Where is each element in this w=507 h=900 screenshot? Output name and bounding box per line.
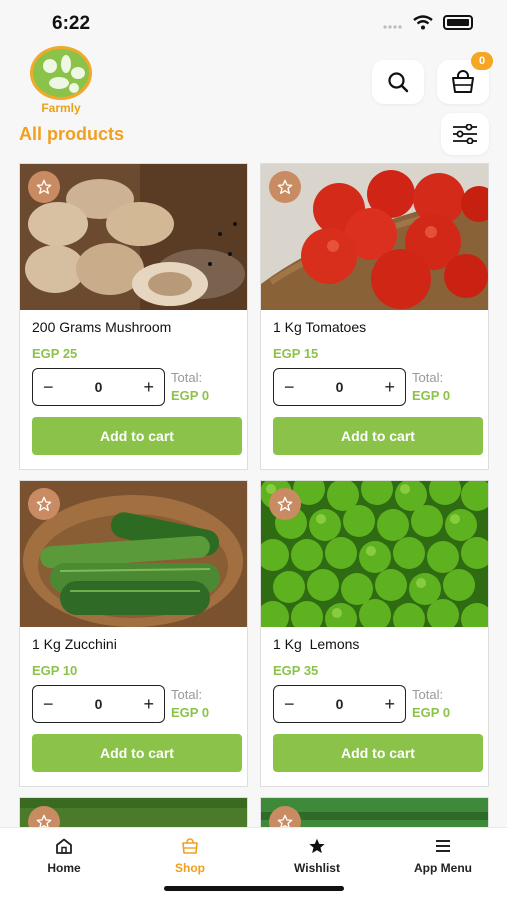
total-value: EGP 0 [412, 388, 451, 403]
product-name: 200 Grams Mushroom [32, 319, 172, 335]
decrement-button[interactable]: − [284, 694, 295, 715]
nav-wishlist[interactable]: Wishlist [267, 838, 367, 875]
section-title: All products [19, 124, 125, 144]
add-to-cart-button[interactable]: Add to cart [273, 734, 483, 772]
quantity-stepper: − 0 + [273, 685, 406, 723]
product-card[interactable]: 1 Kg Tomatoes EGP 15 − 0 + Total: EGP 0 … [260, 163, 489, 470]
total-label: Total: [412, 370, 444, 385]
total-value: EGP 0 [171, 388, 210, 403]
wifi-icon [413, 15, 433, 30]
cart-count-badge: 0 [471, 52, 493, 70]
total-value: EGP 0 [171, 705, 210, 720]
add-to-cart-button[interactable]: Add to cart [32, 734, 242, 772]
nav-label: App Menu [414, 861, 472, 875]
nav-label: Shop [175, 861, 205, 875]
quantity-stepper: − 0 + [273, 368, 406, 406]
quantity-value: 0 [94, 696, 103, 712]
menu-icon [436, 840, 450, 852]
star-outline-icon [36, 179, 52, 194]
logo-mark [30, 46, 92, 100]
home-icon [56, 838, 72, 854]
increment-button[interactable]: + [384, 377, 395, 398]
add-to-cart-button[interactable]: Add to cart [273, 417, 483, 455]
quantity-value: 0 [94, 379, 103, 395]
product-card-partial[interactable] [260, 797, 489, 829]
product-name: 1 Kg Lemons [273, 636, 360, 652]
quantity-value: 0 [335, 379, 344, 395]
decrement-button[interactable]: − [284, 377, 295, 398]
cart-button[interactable]: 0 [437, 52, 493, 104]
logo-text: Farmly [41, 101, 81, 115]
increment-button[interactable]: + [384, 694, 395, 715]
product-card[interactable]: 200 Grams Mushroom EGP 25 − 0 + Total: E… [19, 163, 248, 470]
nav-label: Wishlist [294, 861, 340, 875]
nav-app-menu[interactable]: App Menu [393, 838, 493, 875]
favorite-button[interactable] [269, 171, 301, 203]
battery-icon [443, 15, 473, 30]
product-price: EGP 10 [32, 663, 78, 678]
quantity-value: 0 [335, 696, 344, 712]
total-label: Total: [171, 687, 203, 702]
total-label: Total: [171, 370, 203, 385]
product-name: 1 Kg Tomatoes [273, 319, 367, 335]
star-outline-icon [36, 496, 52, 511]
quantity-stepper: − 0 + [32, 685, 165, 723]
favorite-button[interactable] [28, 488, 60, 520]
favorite-button[interactable] [269, 488, 301, 520]
product-card[interactable]: 1 Kg Zucchini EGP 10 − 0 + Total: EGP 0 … [19, 480, 248, 787]
status-time: 6:22 [52, 13, 91, 34]
sliders-icon [453, 124, 477, 144]
product-price: EGP 25 [32, 346, 78, 361]
search-button[interactable] [372, 60, 424, 104]
nav-home[interactable]: Home [14, 838, 114, 875]
decrement-button[interactable]: − [43, 377, 54, 398]
product-card-partial[interactable] [19, 797, 248, 829]
status-bar: 6:22 [0, 0, 507, 46]
add-to-cart-button[interactable]: Add to cart [32, 417, 242, 455]
product-name: 1 Kg Zucchini [32, 636, 117, 652]
logo: Farmly [28, 46, 94, 115]
increment-button[interactable]: + [143, 694, 154, 715]
total-label: Total: [412, 687, 444, 702]
favorite-button[interactable] [28, 171, 60, 203]
product-card[interactable]: 1 Kg Lemons EGP 35 − 0 + Total: EGP 0 Ad… [260, 480, 489, 787]
shopping-bag-icon [452, 70, 474, 93]
quantity-stepper: − 0 + [32, 368, 165, 406]
increment-button[interactable]: + [143, 377, 154, 398]
product-price: EGP 35 [273, 663, 319, 678]
header: Farmly 0 [0, 44, 507, 120]
nav-shop[interactable]: Shop [140, 838, 240, 875]
star-icon [309, 838, 325, 854]
product-price: EGP 15 [273, 346, 319, 361]
star-outline-icon [277, 179, 293, 194]
search-icon [388, 72, 409, 93]
filter-button[interactable] [441, 113, 489, 155]
status-icons [383, 15, 473, 30]
total-value: EGP 0 [412, 705, 451, 720]
nav-label: Home [47, 861, 81, 875]
decrement-button[interactable]: − [43, 694, 54, 715]
bag-icon [182, 838, 198, 854]
signal-icon [383, 24, 402, 29]
star-outline-icon [277, 496, 293, 511]
home-indicator [164, 886, 344, 891]
